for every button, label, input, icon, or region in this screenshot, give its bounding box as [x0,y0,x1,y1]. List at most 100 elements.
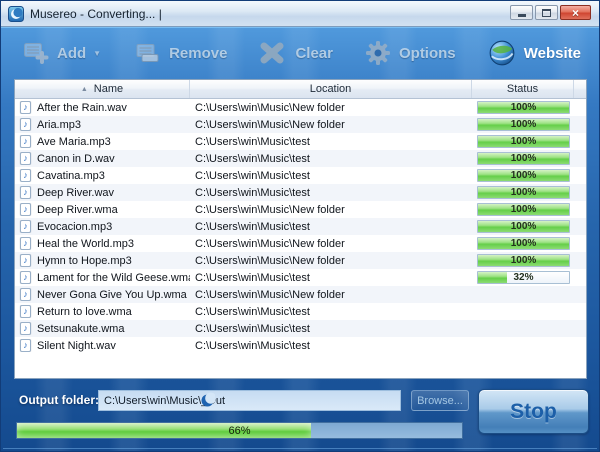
file-name-cell: ♪ Silent Night.wav [15,339,190,352]
table-row[interactable]: ♪ Heal the World.mp3 C:\Users\win\Music\… [15,235,586,252]
output-folder-label: Output folder: [19,393,99,407]
file-name: Hymn to Hope.mp3 [37,255,132,267]
file-progress-bar: 100% [477,101,570,114]
toolbar: Add ▼ Remove Clear [1,29,599,77]
file-location: C:\Users\win\Music\test [190,170,472,182]
file-progress-label: 100% [478,136,569,148]
file-progress-bar: 100% [477,186,570,199]
file-name: Deep River.wav [37,187,114,199]
overall-progress-label: 66% [17,423,462,439]
file-status-cell: 100% [472,169,574,182]
music-file-icon: ♪ [20,271,31,284]
file-progress-label: 100% [478,238,569,250]
add-label: Add [57,45,86,62]
music-file-icon: ♪ [20,135,31,148]
file-status-cell: 100% [472,152,574,165]
gear-icon [365,40,391,66]
file-name: Never Gona Give You Up.wma [37,289,187,301]
close-button[interactable]: × [560,5,591,20]
title-bar: Musereo - Converting... | × [1,1,599,27]
file-name-cell: ♪ Evocacion.mp3 [15,220,190,233]
minimize-button[interactable] [510,5,533,20]
file-name-cell: ♪ After the Rain.wav [15,101,190,114]
file-name: Ave Maria.mp3 [37,136,111,148]
file-name: Canon in D.wav [37,153,115,165]
table-row[interactable]: ♪ Canon in D.wav C:\Users\win\Music\test… [15,150,586,167]
browse-button[interactable]: Browse... [411,390,469,411]
music-file-icon: ♪ [20,152,31,165]
music-file-icon: ♪ [20,169,31,182]
globe-icon [488,39,516,67]
app-icon[interactable] [8,6,24,22]
table-body: ♪ After the Rain.wav C:\Users\win\Music\… [15,99,586,354]
file-name: After the Rain.wav [37,102,127,114]
file-progress-bar: 100% [477,152,570,165]
file-location: C:\Users\win\Music\test [190,221,472,233]
file-status-cell: 32% [472,271,574,284]
file-location: C:\Users\win\Music\test [190,272,472,284]
output-folder-input[interactable]: C:\Users\win\Music\_Out [98,390,401,411]
table-row[interactable]: ♪ Never Gona Give You Up.wma C:\Users\wi… [15,286,586,303]
file-status-cell: 100% [472,220,574,233]
column-header-location[interactable]: Location [190,80,472,98]
table-row[interactable]: ♪ Ave Maria.mp3 C:\Users\win\Music\test … [15,133,586,150]
file-name-cell: ♪ Deep River.wma [15,203,190,216]
table-row[interactable]: ♪ Hymn to Hope.mp3 C:\Users\win\Music\Ne… [15,252,586,269]
file-progress-label: 100% [478,153,569,165]
app-window: Musereo - Converting... | × Add ▼ [0,0,600,452]
file-progress-label: 100% [478,204,569,216]
header-filler [574,80,586,98]
music-file-icon: ♪ [20,254,31,267]
music-file-icon: ♪ [20,101,31,114]
crescent-icon[interactable] [201,392,215,408]
table-row[interactable]: ♪ Deep River.wma C:\Users\win\Music\New … [15,201,586,218]
file-status-cell: 100% [472,135,574,148]
column-header-name[interactable]: ▲ Name [15,80,190,98]
add-button[interactable]: Add ▼ [23,41,101,65]
clear-button[interactable]: Clear [257,40,333,66]
options-button[interactable]: Options [365,40,456,66]
table-row[interactable]: ♪ Return to love.wma C:\Users\win\Music\… [15,303,586,320]
file-name-cell: ♪ Deep River.wav [15,186,190,199]
remove-button[interactable]: Remove [135,42,227,64]
file-progress-bar: 100% [477,169,570,182]
music-file-icon: ♪ [20,237,31,250]
file-name-cell: ♪ Ave Maria.mp3 [15,135,190,148]
table-row[interactable]: ♪ Silent Night.wav C:\Users\win\Music\te… [15,337,586,354]
file-name-cell: ♪ Setsunakute.wma [15,322,190,335]
options-label: Options [399,45,456,62]
music-file-icon: ♪ [20,322,31,335]
file-progress-label: 32% [478,272,569,284]
file-progress-bar: 100% [477,237,570,250]
file-name: Silent Night.wav [37,340,116,352]
file-status-cell: 100% [472,254,574,267]
table-row[interactable]: ♪ Lament for the Wild Geese.wma C:\Users… [15,269,586,286]
music-file-icon: ♪ [20,203,31,216]
file-progress-label: 100% [478,170,569,182]
file-progress-bar: 100% [477,220,570,233]
close-icon: × [572,7,579,19]
file-name: Deep River.wma [37,204,118,216]
maximize-button[interactable] [535,5,558,20]
file-location: C:\Users\win\Music\test [190,187,472,199]
sort-asc-icon: ▲ [81,86,88,93]
file-progress-bar: 100% [477,135,570,148]
website-button[interactable]: Website [488,39,581,67]
file-location: C:\Users\win\Music\New folder [190,204,472,216]
file-progress-label: 100% [478,255,569,267]
column-header-status[interactable]: Status [472,80,574,98]
overall-progress-bar: 66% [16,422,463,439]
music-file-icon: ♪ [20,220,31,233]
table-row[interactable]: ♪ Cavatina.mp3 C:\Users\win\Music\test 1… [15,167,586,184]
table-row[interactable]: ♪ Setsunakute.wma C:\Users\win\Music\tes… [15,320,586,337]
table-row[interactable]: ♪ After the Rain.wav C:\Users\win\Music\… [15,99,586,116]
file-progress-bar: 32% [477,271,570,284]
stop-button[interactable]: Stop [478,389,589,434]
table-row[interactable]: ♪ Deep River.wav C:\Users\win\Music\test… [15,184,586,201]
table-row[interactable]: ♪ Aria.mp3 C:\Users\win\Music\New folder… [15,116,586,133]
file-name-cell: ♪ Cavatina.mp3 [15,169,190,182]
table-row[interactable]: ♪ Evocacion.mp3 C:\Users\win\Music\test … [15,218,586,235]
music-file-icon: ♪ [20,186,31,199]
music-file-icon: ♪ [20,305,31,318]
website-label: Website [524,45,581,62]
